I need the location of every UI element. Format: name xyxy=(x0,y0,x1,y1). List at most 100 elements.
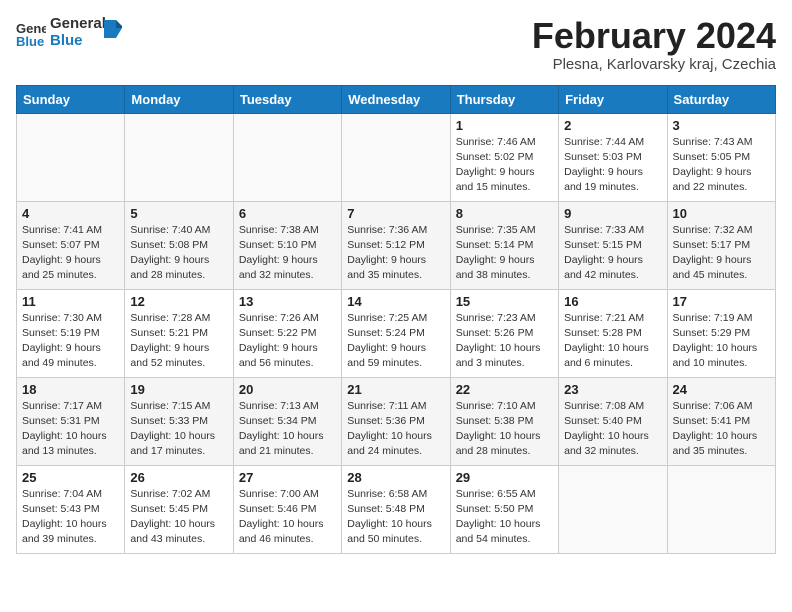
day-info: Sunrise: 7:17 AM Sunset: 5:31 PM Dayligh… xyxy=(22,399,119,460)
weekday-header-sunday: Sunday xyxy=(17,85,125,113)
day-number: 1 xyxy=(456,118,553,133)
day-number: 12 xyxy=(130,294,227,309)
day-number: 26 xyxy=(130,470,227,485)
title-section: February 2024 Plesna, Karlovarsky kraj, … xyxy=(532,16,776,73)
header: General Blue General Blue February 2024 … xyxy=(16,16,776,73)
day-number: 11 xyxy=(22,294,119,309)
day-number: 6 xyxy=(239,206,336,221)
calendar-cell: 5 Sunrise: 7:40 AM Sunset: 5:08 PM Daylig… xyxy=(125,201,233,289)
calendar-cell: 6 Sunrise: 7:38 AM Sunset: 5:10 PM Daylig… xyxy=(233,201,341,289)
weekday-header-row: SundayMondayTuesdayWednesdayThursdayFrid… xyxy=(17,85,776,113)
day-number: 13 xyxy=(239,294,336,309)
day-number: 7 xyxy=(347,206,444,221)
calendar-cell: 11 Sunrise: 7:30 AM Sunset: 5:19 PM Dayli… xyxy=(17,289,125,377)
calendar-cell: 12 Sunrise: 7:28 AM Sunset: 5:21 PM Dayli… xyxy=(125,289,233,377)
logo-shape-icon xyxy=(102,18,122,38)
svg-text:Blue: Blue xyxy=(16,34,44,47)
day-number: 18 xyxy=(22,382,119,397)
day-number: 3 xyxy=(673,118,770,133)
day-info: Sunrise: 7:19 AM Sunset: 5:29 PM Dayligh… xyxy=(673,311,770,372)
day-info: Sunrise: 7:38 AM Sunset: 5:10 PM Dayligh… xyxy=(239,223,336,284)
day-info: Sunrise: 7:44 AM Sunset: 5:03 PM Dayligh… xyxy=(564,135,661,196)
calendar-cell: 16Sunrise: 7:21 AM Sunset: 5:28 PM Dayli… xyxy=(559,289,667,377)
calendar-cell xyxy=(559,465,667,553)
day-info: Sunrise: 7:21 AM Sunset: 5:28 PM Dayligh… xyxy=(564,311,661,372)
logo-blue: Blue xyxy=(50,33,106,50)
calendar-cell: 10Sunrise: 7:32 AM Sunset: 5:17 PM Dayli… xyxy=(667,201,775,289)
calendar-table: SundayMondayTuesdayWednesdayThursdayFrid… xyxy=(16,85,776,554)
calendar-cell: 17 Sunrise: 7:19 AM Sunset: 5:29 PM Dayli… xyxy=(667,289,775,377)
week-row-2: 11 Sunrise: 7:30 AM Sunset: 5:19 PM Dayli… xyxy=(17,289,776,377)
day-number: 10 xyxy=(673,206,770,221)
day-info: Sunrise: 7:02 AM Sunset: 5:45 PM Dayligh… xyxy=(130,487,227,548)
calendar-cell: 2Sunrise: 7:44 AM Sunset: 5:03 PM Daylig… xyxy=(559,113,667,201)
calendar-cell: 27 Sunrise: 7:00 AM Sunset: 5:46 PM Dayli… xyxy=(233,465,341,553)
calendar-subtitle: Plesna, Karlovarsky kraj, Czechia xyxy=(532,56,776,73)
day-info: Sunrise: 7:30 AM Sunset: 5:19 PM Dayligh… xyxy=(22,311,119,372)
day-info: Sunrise: 7:23 AM Sunset: 5:26 PM Dayligh… xyxy=(456,311,553,372)
day-info: Sunrise: 7:06 AM Sunset: 5:41 PM Dayligh… xyxy=(673,399,770,460)
day-number: 22 xyxy=(456,382,553,397)
calendar-cell: 24Sunrise: 7:06 AM Sunset: 5:41 PM Dayli… xyxy=(667,377,775,465)
calendar-cell: 1 Sunrise: 7:46 AM Sunset: 5:02 PM Daylig… xyxy=(450,113,558,201)
day-number: 21 xyxy=(347,382,444,397)
logo: General Blue General Blue xyxy=(16,16,122,49)
day-info: Sunrise: 6:55 AM Sunset: 5:50 PM Dayligh… xyxy=(456,487,553,548)
day-info: Sunrise: 6:58 AM Sunset: 5:48 PM Dayligh… xyxy=(347,487,444,548)
day-info: Sunrise: 7:10 AM Sunset: 5:38 PM Dayligh… xyxy=(456,399,553,460)
day-number: 20 xyxy=(239,382,336,397)
week-row-3: 18 Sunrise: 7:17 AM Sunset: 5:31 PM Dayli… xyxy=(17,377,776,465)
week-row-0: 1 Sunrise: 7:46 AM Sunset: 5:02 PM Daylig… xyxy=(17,113,776,201)
calendar-cell xyxy=(667,465,775,553)
calendar-cell: 7 Sunrise: 7:36 AM Sunset: 5:12 PM Daylig… xyxy=(342,201,450,289)
day-info: Sunrise: 7:28 AM Sunset: 5:21 PM Dayligh… xyxy=(130,311,227,372)
day-info: Sunrise: 7:00 AM Sunset: 5:46 PM Dayligh… xyxy=(239,487,336,548)
day-info: Sunrise: 7:26 AM Sunset: 5:22 PM Dayligh… xyxy=(239,311,336,372)
calendar-cell: 19 Sunrise: 7:15 AM Sunset: 5:33 PM Dayli… xyxy=(125,377,233,465)
weekday-header-saturday: Saturday xyxy=(667,85,775,113)
day-info: Sunrise: 7:36 AM Sunset: 5:12 PM Dayligh… xyxy=(347,223,444,284)
calendar-cell: 8Sunrise: 7:35 AM Sunset: 5:14 PM Daylig… xyxy=(450,201,558,289)
day-number: 29 xyxy=(456,470,553,485)
day-number: 17 xyxy=(673,294,770,309)
calendar-cell: 4 Sunrise: 7:41 AM Sunset: 5:07 PM Daylig… xyxy=(17,201,125,289)
calendar-cell: 18 Sunrise: 7:17 AM Sunset: 5:31 PM Dayli… xyxy=(17,377,125,465)
day-number: 9 xyxy=(564,206,661,221)
calendar-cell: 9 Sunrise: 7:33 AM Sunset: 5:15 PM Daylig… xyxy=(559,201,667,289)
weekday-header-friday: Friday xyxy=(559,85,667,113)
week-row-4: 25Sunrise: 7:04 AM Sunset: 5:43 PM Dayli… xyxy=(17,465,776,553)
logo-general: General xyxy=(50,16,106,33)
weekday-header-monday: Monday xyxy=(125,85,233,113)
day-number: 14 xyxy=(347,294,444,309)
calendar-cell: 20 Sunrise: 7:13 AM Sunset: 5:34 PM Dayli… xyxy=(233,377,341,465)
calendar-cell: 25Sunrise: 7:04 AM Sunset: 5:43 PM Dayli… xyxy=(17,465,125,553)
week-row-1: 4 Sunrise: 7:41 AM Sunset: 5:07 PM Daylig… xyxy=(17,201,776,289)
calendar-cell xyxy=(17,113,125,201)
day-info: Sunrise: 7:15 AM Sunset: 5:33 PM Dayligh… xyxy=(130,399,227,460)
calendar-cell: 13 Sunrise: 7:26 AM Sunset: 5:22 PM Dayli… xyxy=(233,289,341,377)
calendar-cell: 21 Sunrise: 7:11 AM Sunset: 5:36 PM Dayli… xyxy=(342,377,450,465)
day-number: 8 xyxy=(456,206,553,221)
calendar-cell xyxy=(342,113,450,201)
logo-icon: General Blue xyxy=(16,19,46,47)
day-number: 19 xyxy=(130,382,227,397)
day-number: 4 xyxy=(22,206,119,221)
calendar-cell: 15Sunrise: 7:23 AM Sunset: 5:26 PM Dayli… xyxy=(450,289,558,377)
day-info: Sunrise: 7:46 AM Sunset: 5:02 PM Dayligh… xyxy=(456,135,553,196)
day-info: Sunrise: 7:11 AM Sunset: 5:36 PM Dayligh… xyxy=(347,399,444,460)
calendar-cell xyxy=(233,113,341,201)
day-info: Sunrise: 7:13 AM Sunset: 5:34 PM Dayligh… xyxy=(239,399,336,460)
weekday-header-wednesday: Wednesday xyxy=(342,85,450,113)
calendar-cell: 29 Sunrise: 6:55 AM Sunset: 5:50 PM Dayli… xyxy=(450,465,558,553)
calendar-title: February 2024 xyxy=(532,16,776,56)
day-info: Sunrise: 7:04 AM Sunset: 5:43 PM Dayligh… xyxy=(22,487,119,548)
day-info: Sunrise: 7:41 AM Sunset: 5:07 PM Dayligh… xyxy=(22,223,119,284)
day-info: Sunrise: 7:33 AM Sunset: 5:15 PM Dayligh… xyxy=(564,223,661,284)
weekday-header-thursday: Thursday xyxy=(450,85,558,113)
calendar-cell: 22 Sunrise: 7:10 AM Sunset: 5:38 PM Dayli… xyxy=(450,377,558,465)
day-number: 5 xyxy=(130,206,227,221)
day-info: Sunrise: 7:40 AM Sunset: 5:08 PM Dayligh… xyxy=(130,223,227,284)
calendar-cell: 23Sunrise: 7:08 AM Sunset: 5:40 PM Dayli… xyxy=(559,377,667,465)
day-number: 27 xyxy=(239,470,336,485)
day-number: 28 xyxy=(347,470,444,485)
